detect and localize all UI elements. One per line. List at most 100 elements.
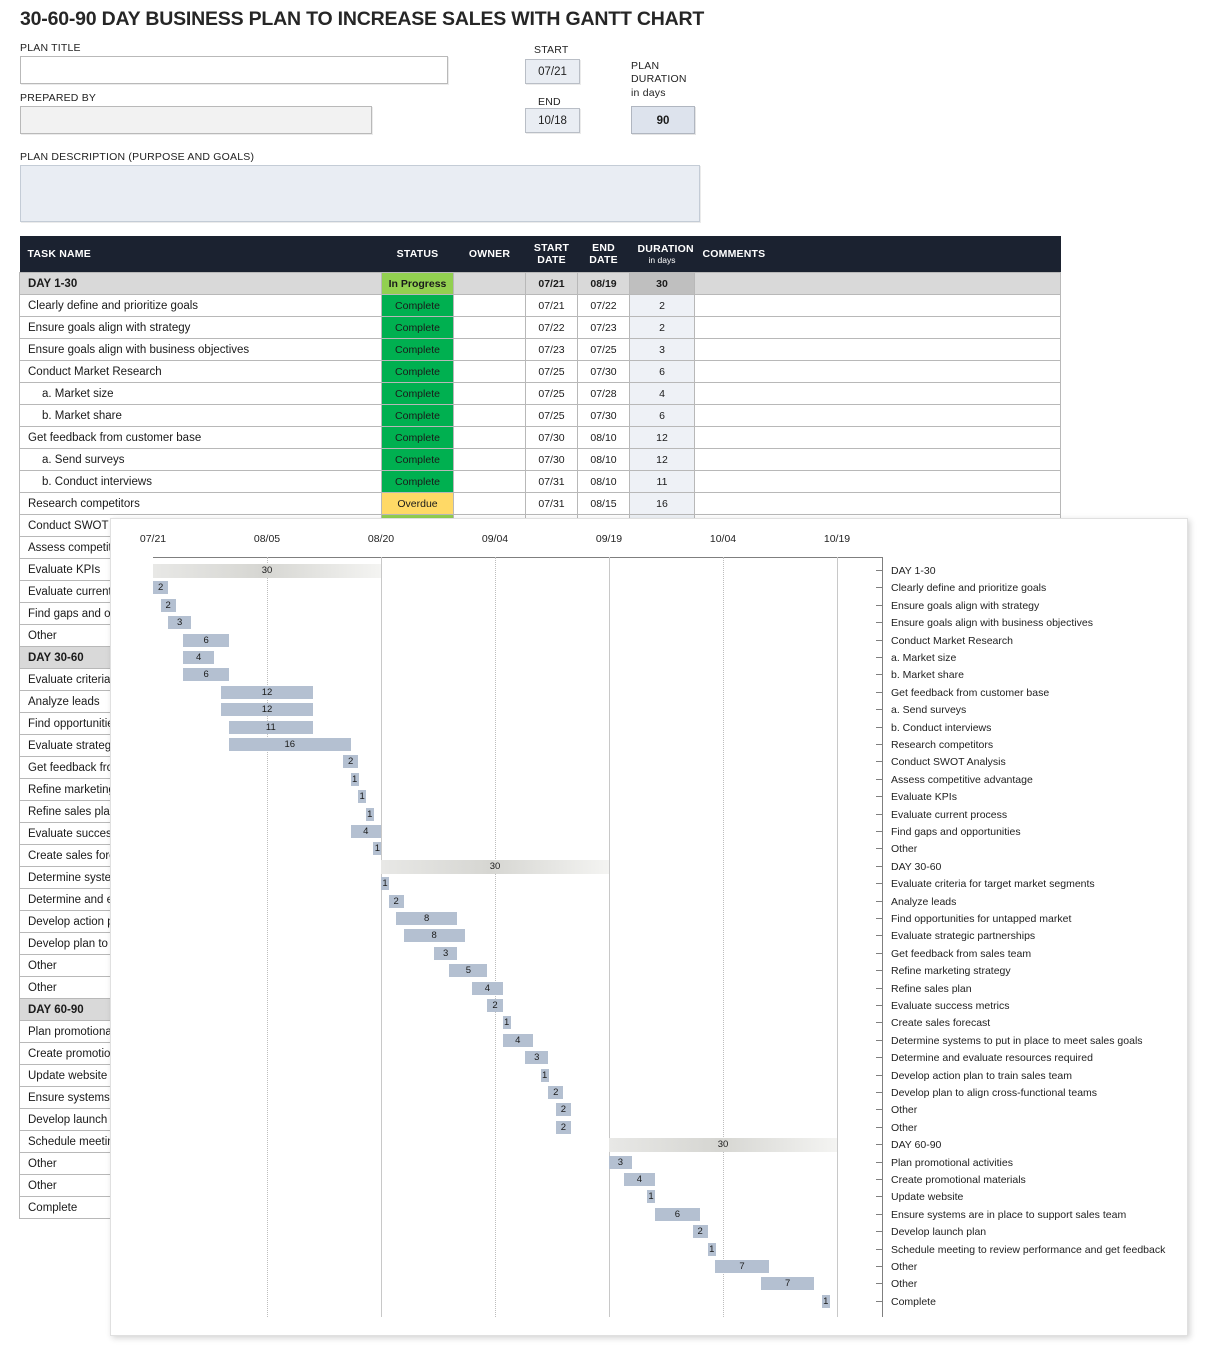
status-badge[interactable]: Complete	[381, 448, 454, 471]
gantt-task-bar[interactable]: 2	[555, 1120, 571, 1134]
cell-owner[interactable]	[453, 404, 526, 427]
cell-comments[interactable]	[694, 294, 1061, 317]
table-row[interactable]: a. Market size Complete 07/25 07/28 4	[19, 382, 1061, 405]
status-badge[interactable]: Complete	[381, 404, 454, 427]
cell-end-date[interactable]: 08/19	[577, 272, 630, 295]
cell-start-date[interactable]: 07/25	[525, 404, 578, 427]
gantt-task-bar[interactable]: 2	[160, 598, 176, 612]
gantt-task-bar[interactable]: 6	[654, 1207, 701, 1221]
cell-comments[interactable]	[694, 316, 1061, 339]
table-row[interactable]: Research competitors Overdue 07/31 08/15 16	[19, 492, 1061, 515]
status-badge[interactable]: Overdue	[381, 492, 454, 515]
gantt-task-bar[interactable]: 4	[472, 981, 503, 995]
gantt-task-bar[interactable]: 3	[168, 616, 191, 630]
gantt-task-bar[interactable]: 1	[821, 1294, 830, 1308]
gantt-task-bar[interactable]: 4	[350, 825, 381, 838]
cell-owner[interactable]	[453, 426, 526, 449]
cell-task-name[interactable]: Conduct Market Research	[19, 360, 382, 383]
gantt-task-bar[interactable]: 1	[647, 1190, 655, 1204]
cell-comments[interactable]	[694, 426, 1061, 449]
prepared-by-input[interactable]	[20, 106, 372, 134]
table-row[interactable]: Ensure goals align with business objecti…	[19, 338, 1061, 361]
cell-end-date[interactable]: 08/10	[577, 426, 630, 449]
cell-start-date[interactable]: 07/31	[525, 492, 578, 515]
status-badge[interactable]: Complete	[381, 316, 454, 339]
status-badge[interactable]: In Progress	[381, 272, 454, 295]
gantt-task-bar[interactable]: 4	[183, 651, 214, 664]
cell-end-date[interactable]: 07/22	[577, 294, 630, 317]
cell-start-date[interactable]: 07/25	[525, 360, 578, 383]
gantt-task-bar[interactable]: 16	[229, 738, 351, 751]
cell-owner[interactable]	[453, 382, 526, 405]
cell-task-name[interactable]: DAY 1-30	[19, 272, 382, 295]
gantt-task-bar[interactable]: 4	[624, 1173, 655, 1186]
gantt-task-bar[interactable]: 1	[707, 1242, 716, 1256]
cell-comments[interactable]	[694, 404, 1061, 427]
gantt-task-bar[interactable]: 1	[502, 1016, 511, 1030]
gantt-task-bar[interactable]: 1	[540, 1068, 549, 1082]
plan-description-input[interactable]	[20, 165, 700, 222]
plan-title-input[interactable]	[20, 56, 448, 84]
cell-end-date[interactable]: 08/10	[577, 470, 630, 493]
gantt-task-bar[interactable]: 2	[153, 581, 169, 595]
cell-owner[interactable]	[453, 316, 526, 339]
gantt-task-bar[interactable]: 4	[502, 1033, 533, 1047]
cell-end-date[interactable]: 07/23	[577, 316, 630, 339]
cell-comments[interactable]	[694, 382, 1061, 405]
cell-start-date[interactable]: 07/30	[525, 426, 578, 449]
cell-task-name[interactable]: a. Market size	[19, 382, 382, 405]
cell-task-name[interactable]: Clearly define and prioritize goals	[19, 294, 382, 317]
cell-owner[interactable]	[453, 448, 526, 471]
status-badge[interactable]: Complete	[381, 470, 454, 493]
gantt-task-bar[interactable]: 2	[692, 1225, 708, 1239]
cell-task-name[interactable]: b. Market share	[19, 404, 382, 427]
cell-comments[interactable]	[694, 272, 1061, 295]
gantt-task-bar[interactable]: 3	[609, 1155, 632, 1169]
gantt-task-bar[interactable]: 12	[221, 703, 313, 717]
status-badge[interactable]: Complete	[381, 360, 454, 383]
table-row[interactable]: Get feedback from customer base Complete 0…	[19, 426, 1061, 449]
cell-start-date[interactable]: 07/23	[525, 338, 578, 361]
gantt-summary-bar[interactable]: 30	[609, 1138, 837, 1153]
cell-start-date[interactable]: 07/31	[525, 470, 578, 493]
gantt-task-bar[interactable]: 11	[229, 720, 313, 734]
cell-start-date[interactable]: 07/21	[525, 272, 578, 295]
gantt-task-bar[interactable]: 8	[403, 929, 465, 943]
cell-comments[interactable]	[694, 470, 1061, 493]
status-badge[interactable]: Complete	[381, 294, 454, 317]
cell-start-date[interactable]: 07/21	[525, 294, 578, 317]
table-row[interactable]: b. Conduct interviews Complete 07/31 08/10 1…	[19, 470, 1061, 493]
cell-end-date[interactable]: 07/30	[577, 404, 630, 427]
cell-owner[interactable]	[453, 470, 526, 493]
cell-task-name[interactable]: Research competitors	[19, 492, 382, 515]
cell-owner[interactable]	[453, 492, 526, 515]
gantt-chart-panel[interactable]: 07/21 08/05 08/20 09/04 09/19 10/04 10/19 30 2 2…	[110, 518, 1188, 1336]
gantt-task-bar[interactable]: 2	[487, 999, 503, 1012]
cell-start-date[interactable]: 07/25	[525, 382, 578, 405]
cell-end-date[interactable]: 07/28	[577, 382, 630, 405]
gantt-task-bar[interactable]: 8	[396, 912, 457, 925]
gantt-task-bar[interactable]: 1	[358, 790, 367, 804]
cell-end-date[interactable]: 07/25	[577, 338, 630, 361]
gantt-task-bar[interactable]: 1	[373, 842, 382, 856]
cell-comments[interactable]	[694, 492, 1061, 515]
gantt-task-bar[interactable]: 7	[761, 1277, 815, 1291]
status-badge[interactable]: Complete	[381, 338, 454, 361]
cell-task-name[interactable]: Ensure goals align with business objecti…	[19, 338, 382, 361]
gantt-task-bar[interactable]: 6	[183, 668, 229, 682]
cell-owner[interactable]	[453, 294, 526, 317]
cell-task-name[interactable]: a. Send surveys	[19, 448, 382, 471]
cell-comments[interactable]	[694, 448, 1061, 471]
cell-comments[interactable]	[694, 338, 1061, 361]
gantt-task-bar[interactable]: 2	[555, 1103, 571, 1117]
gantt-task-bar[interactable]: 6	[183, 633, 229, 647]
status-badge[interactable]: Complete	[381, 426, 454, 449]
cell-owner[interactable]	[453, 360, 526, 383]
cell-end-date[interactable]: 07/30	[577, 360, 630, 383]
cell-start-date[interactable]: 07/30	[525, 448, 578, 471]
gantt-task-bar[interactable]: 2	[548, 1086, 564, 1099]
cell-task-name[interactable]: b. Conduct interviews	[19, 470, 382, 493]
cell-comments[interactable]	[694, 360, 1061, 383]
table-row[interactable]: Conduct Market Research Complete 07/25 07/3…	[19, 360, 1061, 383]
table-row[interactable]: DAY 1-30 In Progress 07/21 08/19 30	[19, 272, 1061, 295]
